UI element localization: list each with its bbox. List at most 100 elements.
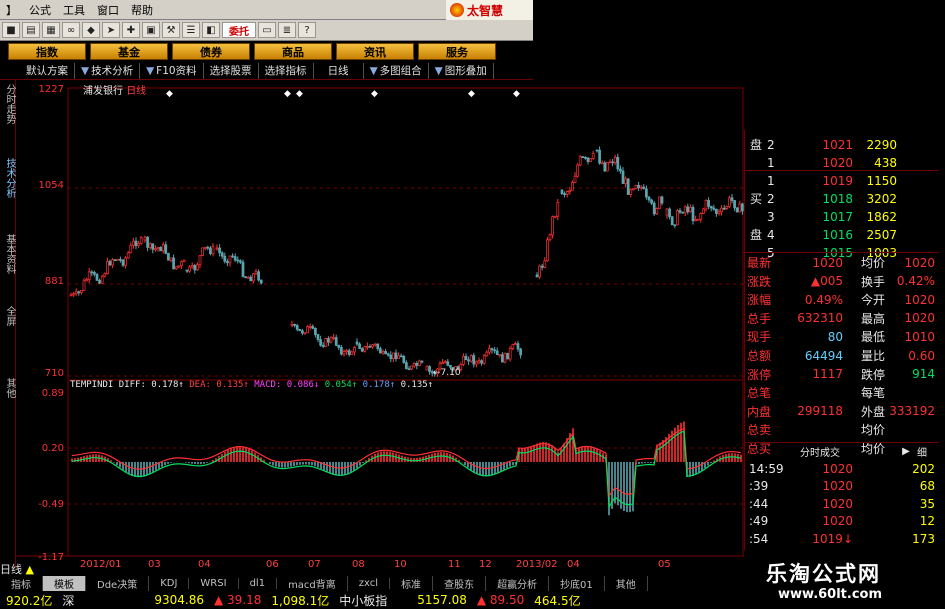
indicator-tab[interactable]: WRSI [189, 577, 239, 589]
quote-key: 跌停 [860, 367, 885, 382]
arrow-icon[interactable]: ➤ [102, 22, 120, 38]
vtab-fullscreen[interactable]: 全屏 [0, 306, 15, 326]
ticks-detail-button[interactable]: 细 [917, 444, 937, 459]
diamond-icon[interactable]: ◆ [82, 22, 100, 38]
commodity-button[interactable]: 商品 [254, 43, 332, 60]
indicator-tab[interactable]: 其他 [605, 575, 648, 591]
tool-icon[interactable]: ⚒ [162, 22, 180, 38]
index-button[interactable]: 指数 [8, 43, 86, 60]
candle-body [223, 255, 227, 262]
indicator-tab[interactable]: 模板 [43, 575, 86, 591]
grid-icon[interactable]: ▦ [42, 22, 60, 38]
candle-body [185, 269, 189, 272]
sell-label: 盘 [749, 138, 762, 152]
indicator-tab[interactable]: 抄底01 [549, 575, 605, 591]
order-button[interactable]: 委托 [222, 22, 256, 38]
box-icon[interactable]: ▣ [142, 22, 160, 38]
candle-body [584, 157, 587, 159]
candle-body [111, 259, 114, 266]
vtab-intraday[interactable]: 分时走势 [0, 84, 15, 124]
candle-body [668, 208, 671, 218]
bond-button[interactable]: 债券 [172, 43, 250, 60]
vtab-technical[interactable]: 技术分析 [0, 158, 15, 198]
indicator-tab[interactable]: 指标 [0, 575, 43, 591]
candle-body [715, 208, 718, 214]
indicator-tab[interactable]: 标准 [390, 575, 434, 591]
candle-body [126, 252, 130, 259]
quote-key: 总额 [747, 349, 772, 363]
candle-body [113, 259, 117, 262]
candle-body [376, 343, 380, 349]
ticks-arrow-icon[interactable]: ▶ [895, 446, 917, 457]
candle-body [603, 162, 607, 172]
date-tick: 12 [479, 559, 492, 568]
quote-row: 总手 632310 最高 1020 [745, 310, 939, 327]
candle-body [231, 255, 234, 258]
tab-select-indicator[interactable]: 选择指标 [259, 62, 314, 79]
flag-icon[interactable]: ■ [2, 22, 20, 38]
candle-body [85, 279, 88, 282]
indicator-tab[interactable]: Dde决策 [86, 575, 150, 591]
candle-body [164, 244, 168, 254]
candle-body [548, 234, 552, 241]
candle-body [495, 350, 499, 356]
quote-value: 333192 [889, 404, 935, 419]
buy-volume: 1862 [866, 209, 897, 224]
date-tick: 10 [394, 559, 407, 568]
candle-body [720, 207, 723, 213]
quote-value: 1020 [904, 292, 935, 307]
indicator-tab[interactable]: dl1 [239, 577, 278, 589]
menu-item-formula[interactable]: 公式 [23, 2, 57, 18]
monitor-icon[interactable]: ▭ [258, 22, 276, 38]
candle-body [340, 347, 343, 355]
candle-body [215, 247, 219, 250]
vtab-fundamentals[interactable]: 基本资料 [0, 234, 15, 274]
service-button[interactable]: 服务 [418, 43, 496, 60]
tab-daily[interactable]: 日线 [314, 62, 364, 79]
candle-body [563, 193, 566, 195]
tab-select-stock[interactable]: 选择股票 [204, 62, 259, 79]
vtab-other[interactable]: 其他 [0, 378, 15, 398]
candle-body [519, 348, 522, 356]
tab-multi-chart[interactable]: ▼ 多图组合 [364, 62, 429, 79]
help-cursor-icon[interactable]: ? [298, 22, 316, 38]
date-tick: 08 [352, 559, 365, 568]
quote-row: 总额 64494 量比 0.60 [745, 347, 939, 364]
candle-body [252, 273, 255, 282]
tab-f10[interactable]: ▼ F10资料 [140, 62, 204, 79]
indicator-tab[interactable]: 超赢分析 [486, 575, 550, 591]
layers-icon[interactable]: ☰ [182, 22, 200, 38]
menu-item-window[interactable]: 窗口 [91, 2, 125, 18]
candle-body [464, 356, 468, 361]
event-marker: ◆ [468, 89, 475, 99]
candle-body [174, 266, 178, 270]
indicator-tab[interactable]: macd背离 [277, 575, 348, 591]
indicator-tab[interactable]: zxcl [348, 577, 391, 589]
tab-overlay[interactable]: ▼ 图形叠加 [429, 62, 494, 79]
orderbook-buy-row: 3 1017 1862 [745, 208, 939, 225]
tick-price: 1020 [822, 461, 853, 476]
indicator-tab[interactable]: 查股东 [433, 575, 487, 591]
menu-item-partial[interactable]: 】 [0, 2, 23, 18]
cross-icon[interactable]: ✚ [122, 22, 140, 38]
candle-body [226, 261, 229, 264]
fund-button[interactable]: 基金 [90, 43, 168, 60]
candle-body [246, 276, 250, 279]
chart-icon[interactable]: ▤ [22, 22, 40, 38]
sell-level: 2 [767, 137, 775, 152]
menu-item-help[interactable]: 帮助 [125, 2, 159, 18]
book-icon[interactable]: ◧ [202, 22, 220, 38]
left-vertical-tabs: 分时走势 技术分析 基本资料 全屏 其他 [0, 80, 16, 568]
menu-item-tools[interactable]: 工具 [57, 2, 91, 18]
list-icon[interactable]: ≣ [278, 22, 296, 38]
binoculars-icon[interactable]: ∞ [62, 22, 80, 38]
tab-technical-analysis[interactable]: ▼ 技术分析 [75, 62, 141, 79]
period-indicator[interactable]: 日线 ▲ [0, 561, 70, 576]
indicator-tab[interactable]: KDJ [149, 577, 190, 589]
candle-body [308, 326, 312, 328]
tab-default-scheme[interactable]: 默认方案 [0, 62, 75, 79]
candle-body [699, 213, 703, 220]
kline-chart[interactable]: ◆ ◆ ◆ ◆ ◆ ◆ 2012/01 03 04 06 07 08 10 11 12 2013/02 04 0… [16, 80, 744, 568]
news-button[interactable]: 资讯 [336, 43, 414, 60]
candle-body [397, 355, 400, 359]
